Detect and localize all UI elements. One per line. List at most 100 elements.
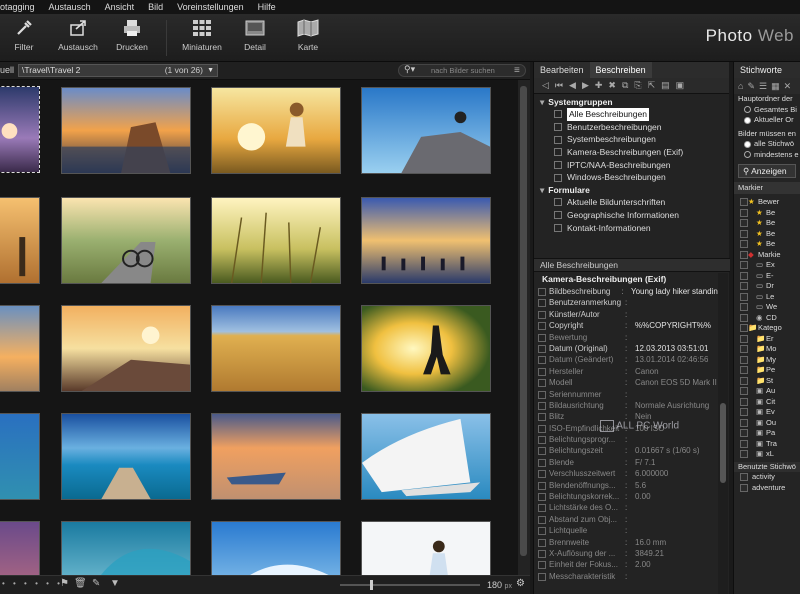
checkbox[interactable] [740,229,748,238]
list-icon[interactable]: ☰ [759,81,767,92]
checkbox[interactable] [538,515,546,524]
export-icon[interactable]: ⇱ [648,80,656,91]
metadata-value[interactable]: F/ 7.1 [635,457,655,468]
keyword-tree-item[interactable]: ▭ Ex [734,260,800,271]
metadata-value[interactable]: 6.000000 [635,468,668,479]
checkbox[interactable] [538,527,546,536]
folder-path-dropdown[interactable]: \Travel\Travel 2 (1 von 26) ▼ [18,64,218,77]
grid-icon[interactable]: ▦ [771,81,780,92]
detail-button[interactable]: Detail [227,18,283,52]
menu-item-hilfe[interactable]: Hilfe [258,2,276,12]
thumbnail-14[interactable] [61,413,191,500]
checkbox[interactable] [740,376,748,385]
checkbox[interactable] [538,333,546,342]
keyword-tree-item[interactable]: ▭ E- [734,271,800,282]
anzeigen-button[interactable]: ⚲ Anzeigen [738,164,796,178]
menu-item-ansicht[interactable]: Ansicht [105,2,135,12]
metadata-value[interactable]: 0.00 [635,491,651,502]
thumbnail-7[interactable] [211,197,341,284]
keyword-tree-item[interactable]: ★ Be [734,208,800,219]
checkbox[interactable] [538,481,546,490]
filter-icon[interactable]: ▼ [110,578,120,589]
metadata-row[interactable]: Datum (Original):12.03.2013 03:51:01 [534,343,718,354]
metadata-row[interactable]: Benutzeranmerkung: [534,297,718,308]
checkbox[interactable] [538,401,546,410]
tree-item-kamera-beschreibungen[interactable]: Kamera-Beschreibungen (Exif) [536,146,729,159]
thumbnail-8[interactable] [361,197,491,284]
checkbox[interactable] [538,367,546,376]
metadata-value[interactable]: 16.0 mm [635,537,666,548]
metadata-row[interactable]: Lichtquelle: [534,525,718,536]
tree-item-bildunterschriften[interactable]: Aktuelle Bildunterschriften [536,196,729,209]
thumbnail-18[interactable] [61,521,191,575]
keyword-tree-item[interactable]: ▣ xL [734,449,800,460]
remove-icon[interactable]: ✖ [608,80,616,91]
keyword-tree-item[interactable]: ▭ Dr [734,281,800,292]
checkbox[interactable] [538,436,546,445]
keyword-tree-item[interactable]: ▭ Le [734,292,800,303]
skip-back-icon[interactable]: ⏮ [555,80,563,91]
checkbox[interactable] [740,198,748,207]
radio-mindestens-eines[interactable]: mindestens e [734,150,800,161]
checkbox[interactable] [538,413,546,422]
tag-icon[interactable]: ⌂ [738,81,743,91]
metadata-value[interactable]: 13.01.2014 02:46:56 [635,354,708,365]
checkbox[interactable] [740,483,748,492]
metadata-scrollbar-thumb[interactable] [720,403,726,483]
checkbox[interactable] [740,387,748,396]
keyword-tree-item[interactable]: ▣ Pa [734,428,800,439]
miniaturen-button[interactable]: Miniaturen [174,18,230,52]
keyword-tree-item[interactable]: ▣ Ou [734,418,800,429]
folder-icon[interactable]: ▣ [676,80,685,91]
search-input[interactable]: ⚲▾ nach Bilder suchen [398,64,526,77]
tree-item-windows-beschreibungen[interactable]: Windows-Beschreibungen [536,171,729,184]
delete-icon[interactable]: ✕ [784,81,792,92]
menu-item-austausch[interactable]: Austausch [49,2,91,12]
checkbox[interactable] [538,572,546,581]
checkbox[interactable] [740,282,748,291]
keyword-tree-item[interactable]: ★ Be [734,239,800,250]
metadata-value[interactable]: Canon EOS 5D Mark II [635,377,717,388]
edit-icon[interactable]: ✎ [92,578,100,589]
checkbox[interactable] [740,397,748,406]
keyword-tree-item[interactable]: ▣ Ev [734,407,800,418]
thumbnail-2[interactable] [61,87,191,174]
metadata-value[interactable]: 2.00 [635,559,651,570]
thumbnail-16[interactable] [361,413,491,500]
checkbox[interactable] [538,299,546,308]
thumbnail-9[interactable] [0,305,40,392]
checkbox[interactable] [740,355,748,364]
thumbnail-12[interactable] [361,305,491,392]
zoom-slider-handle[interactable] [370,580,373,590]
metadata-value[interactable]: 3849.21 [635,548,664,559]
group-systemgruppen[interactable]: Systemgruppen [536,96,729,108]
checkbox[interactable] [740,334,748,343]
group-formulare[interactable]: Formulare [536,184,729,196]
tab-bearbeiten[interactable]: Bearbeiten [534,62,590,78]
pagination-dots[interactable]: • • • • • • [2,579,63,588]
edit-icon[interactable]: ✎ [747,81,755,92]
checkbox[interactable] [538,390,546,399]
prev-icon[interactable]: ◀ [569,80,576,91]
checkbox[interactable] [740,240,748,249]
checkbox[interactable] [740,292,748,301]
tree-item-geographische-informationen[interactable]: Geographische Informationen [536,209,729,222]
workspace-photo[interactable]: Photo [706,26,753,45]
karte-button[interactable]: Karte [280,18,336,52]
checkbox[interactable] [538,356,546,365]
thumbnail-20[interactable] [361,521,491,575]
metadata-value[interactable]: 5.6 [635,480,646,491]
filter-button[interactable]: Filter [0,18,52,52]
metadata-row[interactable]: Hersteller: Canon [534,366,718,377]
tree-item-iptc-beschreibungen[interactable]: IPTC/NAA-Beschreibungen [536,159,729,172]
radio-aktueller-ordner[interactable]: Aktueller Or [734,115,800,126]
checkbox[interactable] [538,538,546,547]
thumbnail-5[interactable] [0,197,40,284]
checkbox[interactable] [538,458,546,467]
flag-icon[interactable]: ⚑ [60,578,69,589]
thumbnail-1[interactable] [0,86,40,173]
austausch-button[interactable]: Austausch [50,18,106,52]
checkbox[interactable] [740,271,748,280]
checkbox[interactable] [538,288,546,296]
metadata-row[interactable]: Bildbeschreibung: Young lady hiker standi… [534,286,718,297]
